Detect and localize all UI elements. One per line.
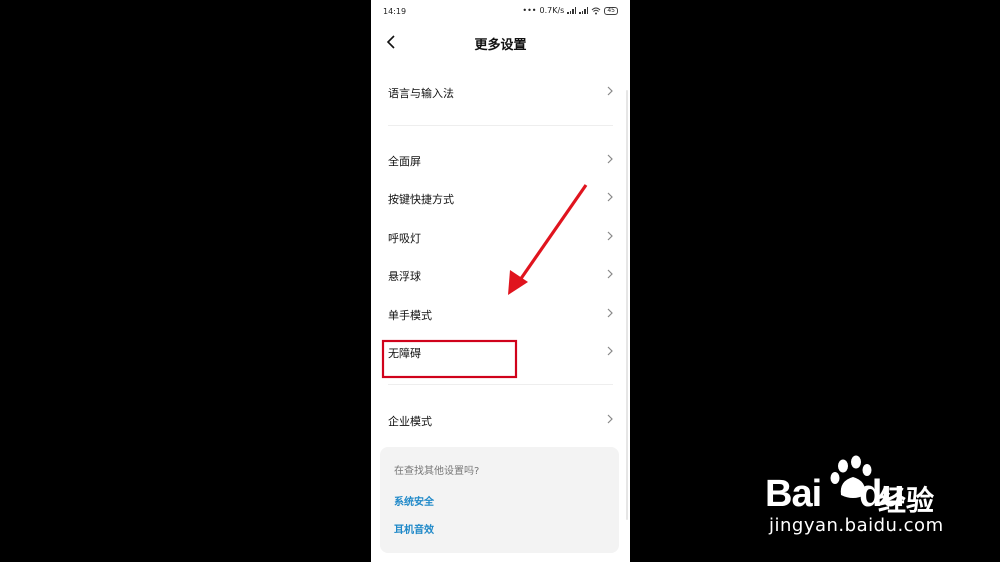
- chevron-right-icon: [607, 414, 613, 424]
- menu-item-full-screen[interactable]: 全面屏: [371, 143, 630, 177]
- menu-item-label: 语言与输入法: [388, 87, 454, 100]
- link-system-security[interactable]: 系统安全: [394, 493, 434, 508]
- phone-screen: 14:19 ••• 0.7K/s 45 更多设置 语言与输入法 全面屏 按键快捷…: [371, 0, 630, 562]
- status-bar: 14:19 ••• 0.7K/s 45: [371, 0, 630, 22]
- network-speed: 0.7K/s: [539, 6, 565, 15]
- chevron-right-icon: [607, 269, 613, 279]
- menu-item-label: 无障碍: [388, 347, 421, 360]
- more-dots-icon: •••: [522, 6, 537, 15]
- suggestion-card: 在查找其他设置吗? 系统安全 耳机音效: [380, 447, 619, 553]
- menu-item-label: 悬浮球: [388, 270, 421, 283]
- menu-item-notification-light[interactable]: 呼吸灯: [371, 220, 630, 254]
- chevron-right-icon: [607, 192, 613, 202]
- baidu-jingyan-watermark: Bai du 经验 jingyan.baidu.com: [765, 455, 950, 545]
- menu-item-label: 全面屏: [388, 155, 421, 168]
- chevron-right-icon: [607, 86, 613, 96]
- menu-item-label: 单手模式: [388, 309, 432, 322]
- nav-bar: 更多设置: [371, 26, 630, 60]
- chevron-right-icon: [607, 346, 613, 356]
- menu-item-language-input[interactable]: 语言与输入法: [371, 75, 630, 109]
- status-indicators: ••• 0.7K/s 45: [522, 6, 618, 15]
- chevron-right-icon: [607, 154, 613, 164]
- watermark-url: jingyan.baidu.com: [769, 515, 944, 536]
- menu-item-enterprise-mode[interactable]: 企业模式: [371, 403, 630, 437]
- menu-item-button-shortcuts[interactable]: 按键快捷方式: [371, 181, 630, 215]
- chevron-right-icon: [607, 231, 613, 241]
- status-time: 14:19: [383, 7, 407, 16]
- menu-item-one-handed-mode[interactable]: 单手模式: [371, 297, 630, 331]
- menu-item-label: 呼吸灯: [388, 232, 421, 245]
- section-divider: [388, 125, 613, 126]
- watermark-brand-cn: 经验: [878, 484, 935, 517]
- battery-icon: 45: [604, 6, 618, 15]
- signal-icon-2: [579, 7, 589, 14]
- link-earphone-sound[interactable]: 耳机音效: [394, 521, 434, 536]
- menu-item-label: 按键快捷方式: [388, 193, 454, 206]
- wifi-icon: [592, 7, 601, 14]
- signal-icon: [567, 7, 577, 14]
- chevron-right-icon: [607, 308, 613, 318]
- menu-item-label: 企业模式: [388, 415, 432, 428]
- suggestion-title: 在查找其他设置吗?: [394, 466, 480, 477]
- menu-item-accessibility[interactable]: 无障碍: [371, 335, 630, 369]
- section-divider: [388, 384, 613, 385]
- page-title: 更多设置: [474, 38, 527, 53]
- scrollbar[interactable]: [626, 90, 628, 520]
- menu-item-floating-ball[interactable]: 悬浮球: [371, 258, 630, 292]
